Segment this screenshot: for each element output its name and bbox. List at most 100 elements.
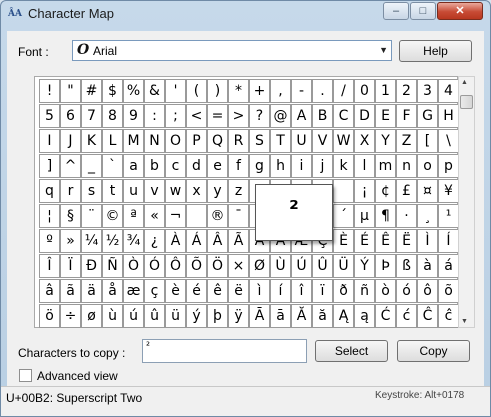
character-cell[interactable]: ÷ [60,304,81,328]
character-cell[interactable]: Î [39,254,60,278]
character-cell[interactable]: S [249,129,270,153]
character-cell[interactable]: ý [186,304,207,328]
character-cell[interactable]: ´ [333,204,354,228]
character-cell[interactable]: B [312,104,333,128]
scroll-thumb[interactable] [460,95,473,109]
character-cell[interactable]: ë [228,279,249,303]
character-cell[interactable]: % [123,79,144,103]
character-cell[interactable]: Ą [333,304,354,328]
character-cell[interactable]: á [438,254,459,278]
character-cell[interactable]: @ [270,104,291,128]
character-cell[interactable]: ¼ [81,229,102,253]
character-cell[interactable]: æ [123,279,144,303]
copy-button[interactable]: Copy [397,340,470,362]
character-cell[interactable]: ¢ [375,179,396,203]
advanced-view-checkbox[interactable] [19,369,32,382]
character-cell[interactable]: « [144,204,165,228]
character-cell[interactable]: Û [312,254,333,278]
character-cell[interactable]: ? [249,104,270,128]
character-cell[interactable]: ă [312,304,333,328]
character-cell[interactable]: G [417,104,438,128]
select-button[interactable]: Select [315,340,388,362]
character-cell[interactable]: 6 [60,104,81,128]
character-cell[interactable]: h [270,154,291,178]
character-cell[interactable]: F [396,104,417,128]
character-cell[interactable]: Ó [144,254,165,278]
character-cell[interactable]: 5 [39,104,60,128]
character-cell[interactable]: H [438,104,459,128]
character-cell[interactable]: þ [207,304,228,328]
character-cell[interactable]: 4 [438,79,459,103]
character-cell[interactable]: ½ [102,229,123,253]
character-cell[interactable]: o [417,154,438,178]
character-cell[interactable]: î [291,279,312,303]
character-cell[interactable]: 9 [123,104,144,128]
character-cell[interactable]: ' [165,79,186,103]
character-cell[interactable]: ! [39,79,60,103]
character-cell[interactable]: ê [207,279,228,303]
minimize-button[interactable]: – [383,2,409,20]
character-cell[interactable]: p [438,154,459,178]
character-cell[interactable]: . [312,79,333,103]
character-cell[interactable]: ¨ [81,204,102,228]
character-cell[interactable]: & [144,79,165,103]
character-cell[interactable]: Í [438,229,459,253]
character-cell[interactable]: = [207,104,228,128]
character-cell[interactable]: ĉ [438,304,459,328]
character-cell[interactable]: Ú [291,254,312,278]
character-cell[interactable]: Ö [207,254,228,278]
character-cell[interactable]: C [333,104,354,128]
character-cell[interactable]: ā [270,304,291,328]
title-bar[interactable]: ÂA Character Map – □ ✕ [1,1,490,28]
character-cell[interactable]: 7 [81,104,102,128]
character-cell[interactable]: ¯ [228,204,249,228]
character-cell[interactable]: + [249,79,270,103]
character-cell[interactable]: f [228,154,249,178]
character-cell[interactable]: Õ [186,254,207,278]
character-cell[interactable]: g [249,154,270,178]
character-cell[interactable]: 2 [396,79,417,103]
advanced-view-label[interactable]: Advanced view [37,369,118,383]
character-cell[interactable]: Ñ [102,254,123,278]
character-cell[interactable]: n [396,154,417,178]
character-cell[interactable]: $ [102,79,123,103]
character-cell[interactable]: W [333,129,354,153]
character-cell[interactable]: > [228,104,249,128]
character-cell[interactable]: Y [375,129,396,153]
font-dropdown[interactable]: O Arial ▼ [72,40,392,61]
grid-scrollbar[interactable]: ▲ ▼ [458,76,475,328]
character-cell[interactable]: d [186,154,207,178]
character-cell[interactable]: \ [438,129,459,153]
character-cell[interactable]: M [123,129,144,153]
character-cell[interactable]: Ù [270,254,291,278]
character-cell[interactable]: ù [102,304,123,328]
character-cell[interactable]: Ý [354,254,375,278]
character-cell[interactable]: Ï [60,254,81,278]
character-cell[interactable]: ô [417,279,438,303]
character-cell[interactable]: £ [396,179,417,203]
character-cell[interactable]: e [207,154,228,178]
character-cell[interactable]: ñ [354,279,375,303]
character-cell[interactable]: ø [81,304,102,328]
character-cell[interactable]: b [144,154,165,178]
character-cell[interactable]: Ò [123,254,144,278]
character-cell[interactable]: å [102,279,123,303]
character-cell[interactable]: Ø [249,254,270,278]
character-cell[interactable]: ú [123,304,144,328]
character-cell[interactable]: c [165,154,186,178]
dropdown-arrow-icon[interactable]: ▼ [379,45,388,55]
character-cell[interactable]: Ć [375,304,396,328]
maximize-button[interactable]: □ [410,2,436,20]
character-cell[interactable]: ä [81,279,102,303]
character-cell[interactable]: Ā [249,304,270,328]
character-cell[interactable]: ¸ [417,204,438,228]
close-button[interactable]: ✕ [437,2,483,20]
character-cell[interactable]: ć [396,304,417,328]
character-cell[interactable]: ¤ [417,179,438,203]
character-cell[interactable]: l [354,154,375,178]
character-cell[interactable]: u [123,179,144,203]
character-cell[interactable]: T [270,129,291,153]
character-cell[interactable]: _ [81,154,102,178]
character-cell[interactable]: É [354,229,375,253]
character-cell[interactable]: ( [186,79,207,103]
